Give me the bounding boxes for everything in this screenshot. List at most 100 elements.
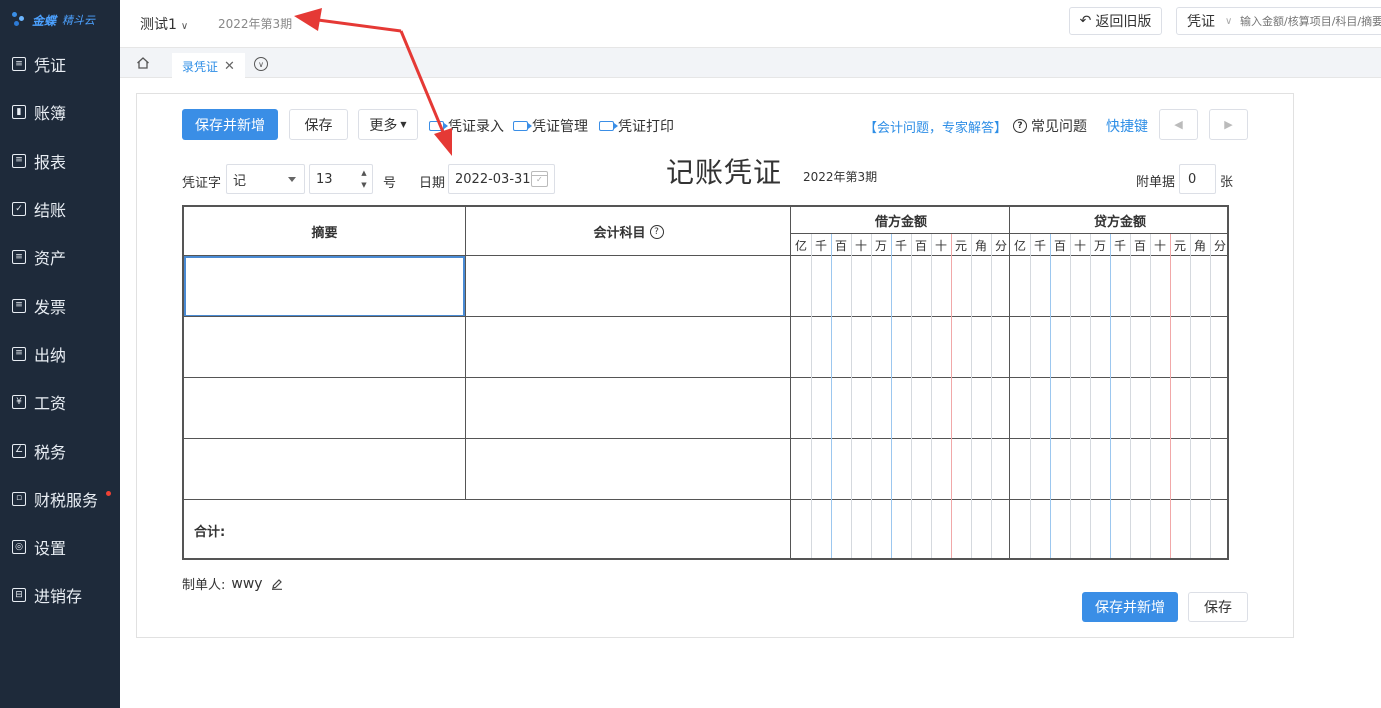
digit-column-line — [1130, 234, 1131, 558]
sidebar-item-5[interactable]: ≡ 发票 — [0, 281, 120, 329]
voucher-entry-label: 凭证录入 — [448, 119, 504, 135]
voucher-manage-link[interactable]: 凭证管理 — [513, 116, 588, 136]
digit-column-line — [1070, 234, 1071, 558]
voucher-word-label: 凭证字 — [182, 176, 222, 191]
previous-voucher-button[interactable]: ◀ — [1159, 109, 1198, 140]
sidebar-item-0[interactable]: ≡ 凭证 — [0, 40, 120, 88]
nav-icon: ≡ — [12, 298, 26, 313]
voucher-period: 2022年第3期 — [803, 170, 878, 184]
attachment-count-input[interactable]: 0 — [1179, 164, 1216, 194]
debit-digit-label: 十 — [934, 238, 947, 253]
search-input[interactable] — [1240, 14, 1381, 28]
chevron-down-icon: ∨ — [1225, 15, 1233, 27]
credit-header: 贷方金额 — [1093, 214, 1146, 230]
next-voucher-button[interactable]: ▶ — [1209, 109, 1248, 140]
calendar-icon[interactable] — [531, 171, 548, 187]
credit-digit-label: 百 — [1053, 238, 1066, 253]
sidebar-item-9[interactable]: ▫ 财税服务 — [0, 475, 120, 523]
nav-icon: ∠ — [12, 443, 26, 458]
shortcut-link[interactable]: 快捷键 — [1106, 116, 1148, 136]
caret-down-icon: ▼ — [400, 120, 407, 129]
voucher-manage-label: 凭证管理 — [532, 119, 588, 135]
debit-digit-label: 元 — [954, 238, 967, 253]
help-icon[interactable]: ? — [649, 224, 664, 239]
save-and-new-button[interactable]: 保存并新增 — [182, 109, 278, 140]
debit-digit-label: 百 — [834, 238, 847, 253]
digit-column-line — [991, 234, 992, 558]
search-type-select[interactable]: 凭证 ∨ — [1177, 11, 1240, 31]
nav-icon: ▮ — [12, 105, 26, 120]
credit-digit-label: 十 — [1073, 238, 1086, 253]
tab-record-voucher[interactable]: 录凭证 ✕ — [172, 53, 245, 78]
credit-digit-label: 亿 — [1013, 238, 1026, 253]
digit-column-line — [871, 234, 872, 558]
date-label: 日期 — [419, 176, 446, 191]
credit-digit-label: 千 — [1033, 238, 1046, 253]
sidebar-item-label: 工资 — [34, 394, 67, 414]
summary-cell-active[interactable] — [184, 256, 465, 317]
sidebar-item-10[interactable]: ◎ 设置 — [0, 523, 120, 571]
pencil-icon[interactable] — [271, 578, 283, 590]
row-line — [184, 316, 1229, 317]
account-header-label: 会计科目 — [593, 226, 646, 241]
debit-digit-label: 百 — [914, 238, 927, 253]
credit-digit-label: 十 — [1153, 238, 1166, 253]
date-picker[interactable]: 2022-03-31 — [448, 164, 555, 194]
maker-info: 制单人: wwy — [182, 574, 283, 593]
sidebar-item-7[interactable]: ¥ 工资 — [0, 378, 120, 426]
column-divider — [465, 207, 466, 499]
nav-icon: ◎ — [12, 540, 26, 555]
back-label: 返回旧版 — [1095, 14, 1152, 30]
sidebar-item-11[interactable]: ⊟ 进销存 — [0, 571, 120, 619]
credit-digit-label: 万 — [1093, 238, 1106, 253]
digit-column-line — [891, 234, 892, 558]
expert-answer-link[interactable]: 【会计问题，专家解答】 — [864, 117, 1007, 136]
account-switcher[interactable]: 测试1 ∨ — [140, 14, 188, 34]
maker-value: wwy — [231, 575, 263, 592]
brand-name: 金蝶 — [32, 13, 57, 28]
back-to-old-version-button[interactable]: ↶ 返回旧版 — [1069, 7, 1162, 35]
home-icon[interactable] — [136, 56, 150, 70]
voucher-word-value: 记 — [233, 173, 247, 189]
sidebar-item-8[interactable]: ∠ 税务 — [0, 426, 120, 474]
tab-more-icon[interactable]: ∨ — [254, 57, 268, 71]
undo-icon: ↶ — [1079, 13, 1092, 29]
nav-icon: ⊟ — [12, 588, 26, 603]
footer-save-button[interactable]: 保存 — [1188, 592, 1248, 622]
faq-link[interactable]: ? 常见问题 — [1013, 116, 1087, 136]
sidebar-item-label: 资产 — [34, 249, 67, 269]
attachment-count-value: 0 — [1188, 171, 1197, 187]
stepper-up-icon[interactable]: ▲ — [361, 169, 366, 177]
footer-save-and-new-button[interactable]: 保存并新增 — [1082, 592, 1178, 622]
digit-column-line — [931, 234, 932, 558]
sidebar-item-3[interactable]: ✓ 结账 — [0, 185, 120, 233]
voucher-word-select[interactable]: 记 — [226, 164, 305, 194]
stepper-arrows[interactable]: ▲ ▼ — [356, 165, 372, 193]
voucher-entry-link[interactable]: 凭证录入 — [429, 116, 504, 136]
notification-dot — [106, 490, 111, 496]
attachment-label: 附单据 — [1136, 175, 1176, 190]
sidebar-item-2[interactable]: ≡ 报表 — [0, 137, 120, 185]
voucher-print-label: 凭证打印 — [618, 119, 674, 135]
voucher-number-stepper[interactable]: 13 ▲ ▼ — [309, 164, 373, 194]
brand-logo[interactable]: 金蝶 精斗云 — [0, 0, 120, 40]
nav-icon: ≡ — [12, 346, 26, 361]
tab-bar: 录凭证 ✕ ∨ — [120, 48, 1381, 78]
credit-digit-label: 角 — [1193, 238, 1206, 253]
save-button[interactable]: 保存 — [289, 109, 348, 140]
nav-icon: ¥ — [12, 395, 26, 410]
sidebar-item-6[interactable]: ≡ 出纳 — [0, 330, 120, 378]
more-button[interactable]: 更多 ▼ — [358, 109, 418, 140]
close-icon[interactable]: ✕ — [224, 59, 235, 74]
sidebar-item-1[interactable]: ▮ 账簿 — [0, 88, 120, 136]
faq-label: 常见问题 — [1031, 119, 1087, 135]
digit-column-line — [1150, 234, 1151, 558]
debit-digit-label: 分 — [994, 238, 1007, 253]
caret-down-icon — [288, 177, 296, 182]
digit-column-line — [811, 234, 812, 558]
digit-column-line — [1110, 234, 1111, 558]
voucher-print-link[interactable]: 凭证打印 — [599, 116, 674, 136]
digit-column-line — [1170, 234, 1171, 558]
sidebar-item-4[interactable]: ≡ 资产 — [0, 233, 120, 281]
stepper-down-icon[interactable]: ▼ — [361, 181, 366, 189]
